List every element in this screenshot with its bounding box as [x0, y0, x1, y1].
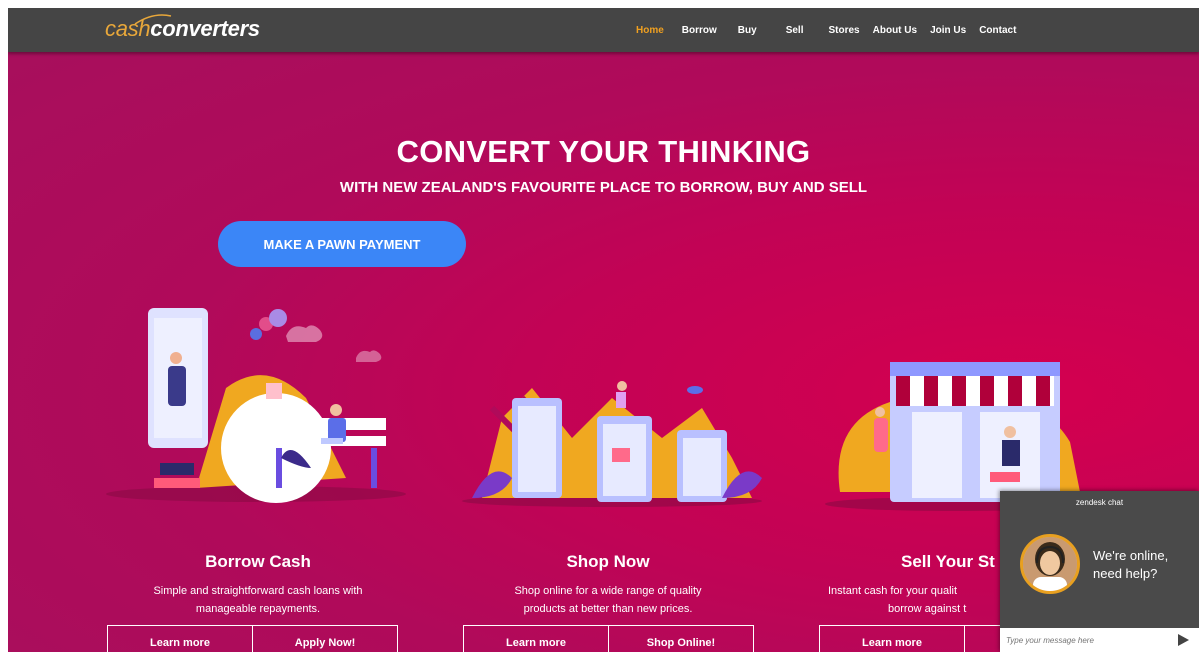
shop-now-buttons: Learn more Shop Online! — [463, 625, 754, 652]
nav-contact[interactable]: Contact — [979, 25, 1016, 36]
main-menu: Home Borrow Buy Sell Stores About Us Joi… — [636, 8, 1016, 52]
borrow-cash-desc-line2: manageable repayments. — [195, 603, 321, 615]
send-arrow-icon[interactable] — [1178, 634, 1189, 646]
shop-now-desc-line2: products at better than new prices. — [523, 603, 693, 615]
nav-borrow[interactable]: Borrow — [682, 25, 717, 36]
shop-online-button[interactable]: Shop Online! — [608, 626, 753, 652]
nav-buy[interactable]: Buy — [738, 25, 757, 36]
chat-input-bar — [1000, 628, 1199, 652]
borrow-cash-title: Borrow Cash — [205, 552, 311, 571]
nav-about-us[interactable]: About Us — [873, 25, 917, 36]
chat-message-input[interactable] — [1006, 631, 1166, 649]
shop-now-title: Shop Now — [566, 552, 650, 571]
chat-message-line2: need help? — [1093, 566, 1158, 581]
chat-agent-avatar — [1020, 534, 1080, 594]
borrow-cash-desc-line1: Simple and straightforward cash loans wi… — [153, 585, 363, 597]
apply-now-button[interactable]: Apply Now! — [252, 626, 397, 652]
hero-title: CONVERT YOUR THINKING — [396, 134, 811, 169]
shop-now-illustration — [462, 381, 762, 507]
shop-now-description: Shop online for a wide range of quality … — [463, 582, 753, 618]
shop-now-desc-line1: Shop online for a wide range of quality — [514, 585, 702, 597]
hero-subtitle: WITH NEW ZEALAND'S FAVOURITE PLACE TO BO… — [339, 179, 868, 196]
borrow-cash-description: Simple and straightforward cash loans wi… — [108, 582, 408, 618]
borrow-cash-illustration — [106, 308, 406, 503]
shop-learn-more-button[interactable]: Learn more — [464, 626, 608, 652]
logo-swoosh-icon — [134, 14, 172, 25]
nav-join-us[interactable]: Join Us — [930, 25, 966, 36]
agent-portrait-icon — [1023, 537, 1077, 591]
cashconverters-logo[interactable]: cashconverters — [105, 16, 260, 42]
borrow-learn-more-button[interactable]: Learn more — [108, 626, 252, 652]
sell-learn-more-button[interactable]: Learn more — [820, 626, 964, 652]
top-navbar: cashconverters Home Borrow Buy Sell Stor… — [8, 8, 1199, 52]
borrow-cash-buttons: Learn more Apply Now! — [107, 625, 398, 652]
zendesk-chat-widget[interactable]: zendesk chat We're online, need help? — [1000, 491, 1199, 652]
nav-sell[interactable]: Sell — [786, 25, 804, 36]
nav-stores[interactable]: Stores — [829, 25, 860, 36]
chat-message-line1: We're online, — [1093, 548, 1169, 563]
make-pawn-payment-button[interactable]: MAKE A PAWN PAYMENT — [218, 221, 466, 267]
chat-header[interactable]: zendesk chat — [1000, 491, 1199, 515]
sell-your-stuff-title: Sell Your St — [901, 552, 995, 571]
chat-online-message: We're online, need help? — [1093, 547, 1193, 583]
nav-home[interactable]: Home — [636, 25, 664, 36]
sell-your-stuff-illustration — [825, 362, 1085, 511]
